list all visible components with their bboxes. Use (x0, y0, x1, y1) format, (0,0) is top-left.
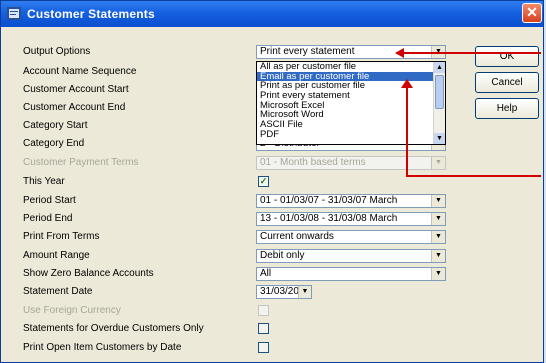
label-period-start: Period Start (23, 195, 76, 206)
scroll-up-icon[interactable]: ▲ (434, 62, 445, 73)
use-foreign-currency-checkbox (258, 305, 269, 316)
chevron-down-icon[interactable]: ▼ (431, 195, 445, 207)
ok-button[interactable]: OK (475, 46, 539, 67)
period-start-value: 01 - 01/03/07 - 31/03/07 March (260, 195, 398, 206)
label-category-start: Category Start (23, 120, 88, 131)
label-output-options: Output Options (23, 46, 91, 57)
label-period-end: Period End (23, 213, 73, 224)
label-amount-range: Amount Range (23, 250, 90, 261)
close-button[interactable]: ✕ (522, 3, 542, 23)
label-category-end: Category End (23, 138, 85, 149)
this-year-checkbox[interactable]: ✓ (258, 176, 269, 187)
help-label: Help (496, 103, 518, 114)
output-options-value: Print every statement (260, 46, 355, 57)
label-account-name-sequence: Account Name Sequence (23, 66, 137, 77)
window-title: Customer Statements (27, 7, 155, 21)
annotation-arrowhead-list-icon (401, 79, 413, 88)
check-icon: ✓ (259, 176, 268, 186)
label-this-year: This Year (23, 176, 65, 187)
chevron-down-icon: ▼ (431, 157, 445, 169)
close-icon: ✕ (526, 4, 538, 20)
label-customer-account-end: Customer Account End (23, 102, 126, 113)
scroll-thumb[interactable] (435, 75, 444, 109)
period-start-select[interactable]: 01 - 01/03/07 - 31/03/07 March ▼ (256, 194, 446, 208)
overdue-only-checkbox[interactable] (258, 323, 269, 334)
scroll-down-icon[interactable]: ▼ (434, 133, 445, 144)
help-button[interactable]: Help (475, 98, 539, 119)
label-customer-account-start: Customer Account Start (23, 84, 129, 95)
chevron-down-icon[interactable]: ▼ (431, 250, 445, 262)
output-options-dropdown-list[interactable]: All as per customer file Email as per cus… (256, 61, 446, 145)
calendar-dropdown-icon[interactable]: ▼ (298, 286, 311, 298)
period-end-value: 13 - 01/03/08 - 31/03/08 March (260, 213, 398, 224)
annotation-line-top (401, 52, 541, 54)
amount-range-select[interactable]: Debit only ▼ (256, 249, 446, 263)
print-from-terms-select[interactable]: Current onwards ▼ (256, 230, 446, 244)
chevron-down-icon[interactable]: ▼ (431, 231, 445, 243)
dropdown-option[interactable]: PDF (257, 130, 445, 140)
customer-payment-terms-select: 01 - Month based terms ▼ (256, 156, 446, 170)
show-zero-balance-select[interactable]: All ▼ (256, 267, 446, 281)
show-zero-balance-value: All (260, 268, 272, 279)
dropdown-scrollbar[interactable]: ▲ ▼ (433, 62, 445, 144)
label-print-open-item: Print Open Item Customers by Date (23, 342, 182, 353)
label-show-zero-balance: Show Zero Balance Accounts (23, 268, 154, 279)
dropdown-items: All as per customer file Email as per cus… (257, 62, 445, 140)
chevron-down-icon[interactable]: ▼ (431, 268, 445, 280)
period-end-select[interactable]: 13 - 01/03/08 - 31/03/08 March ▼ (256, 212, 446, 226)
amount-range-value: Debit only (260, 250, 305, 261)
label-print-from-terms: Print From Terms (23, 231, 100, 242)
label-overdue-only: Statements for Overdue Customers Only (23, 323, 204, 334)
label-statement-date: Statement Date (23, 286, 93, 297)
print-from-terms-value: Current onwards (260, 231, 334, 242)
title-bar[interactable]: Customer Statements ✕ (1, 1, 543, 27)
cancel-label: Cancel (491, 77, 523, 88)
chevron-down-icon[interactable]: ▼ (431, 213, 445, 225)
app-icon (7, 7, 21, 20)
customer-statements-dialog: Customer Statements ✕ Output Options Prin… (0, 0, 544, 363)
statement-date-picker[interactable]: 31/03/2008 ▼ (256, 285, 312, 299)
annotation-line-bottom (406, 175, 541, 177)
customer-payment-terms-value: 01 - Month based terms (260, 157, 366, 168)
cancel-button[interactable]: Cancel (475, 72, 539, 93)
annotation-arrowhead-top-icon (395, 48, 404, 58)
label-customer-payment-terms: Customer Payment Terms (23, 157, 139, 168)
annotation-line-vertical (406, 83, 408, 175)
print-open-item-checkbox[interactable] (258, 342, 269, 353)
label-use-foreign-currency: Use Foreign Currency (23, 305, 121, 316)
dropdown-option[interactable]: ASCII File (257, 120, 445, 130)
